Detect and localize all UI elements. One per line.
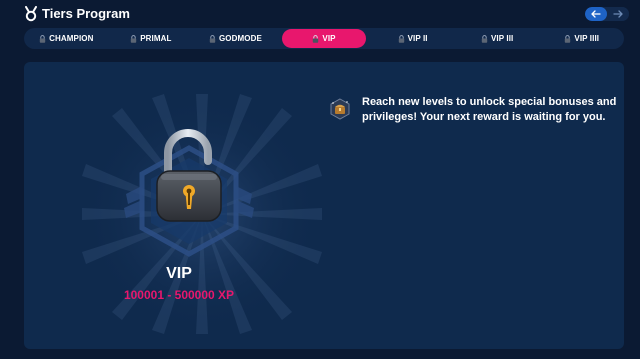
next-button[interactable]	[607, 7, 629, 21]
tab-label: VIP IIII	[574, 34, 600, 43]
header: Tiers Program	[0, 0, 640, 28]
app-title: Tiers Program	[42, 6, 130, 21]
treasure-chest-icon	[330, 98, 350, 120]
tab-label: PRIMAL	[140, 34, 172, 43]
tab-label: VIP II	[407, 34, 428, 43]
tab-label: GODMODE	[218, 34, 262, 43]
tab-label: CHAMPION	[49, 34, 94, 43]
tab-vip[interactable]: VIP	[281, 29, 367, 48]
tab-champion[interactable]: CHAMPION	[24, 29, 109, 48]
nav-arrows	[585, 7, 629, 21]
prev-button[interactable]	[585, 7, 607, 21]
lock-icon	[398, 34, 404, 43]
lock-icon	[481, 34, 488, 43]
tier-xp-range: 100001 - 500000 XP	[123, 288, 235, 302]
tier-name: VIP	[166, 265, 192, 282]
open-padlock-icon	[156, 129, 222, 222]
tab-label: VIP III	[491, 34, 514, 43]
tier-tabs: CHAMPION PRIMAL GODMODE VIP VIP II VIP I…	[24, 28, 624, 49]
lock-icon	[313, 34, 319, 43]
tab-vip-iii[interactable]: VIP III	[455, 29, 540, 48]
tab-primal[interactable]: PRIMAL	[109, 29, 194, 48]
arrow-right-icon	[613, 10, 623, 18]
trophy-icon	[25, 6, 37, 22]
tier-card: VIP 100001 - 500000 XP Reach new levels …	[24, 62, 624, 349]
lock-icon	[39, 34, 46, 43]
reward-description: Reach new levels to unlock special bonus…	[362, 96, 617, 123]
lock-icon	[565, 34, 571, 43]
tab-vip-iiii[interactable]: VIP IIII	[539, 29, 624, 48]
tab-vip-ii[interactable]: VIP II	[370, 29, 455, 48]
lock-icon	[131, 34, 137, 43]
tab-godmode[interactable]: GODMODE	[193, 29, 278, 48]
arrow-left-icon	[591, 10, 601, 18]
tab-label: VIP	[322, 34, 336, 43]
lock-icon	[209, 34, 216, 43]
